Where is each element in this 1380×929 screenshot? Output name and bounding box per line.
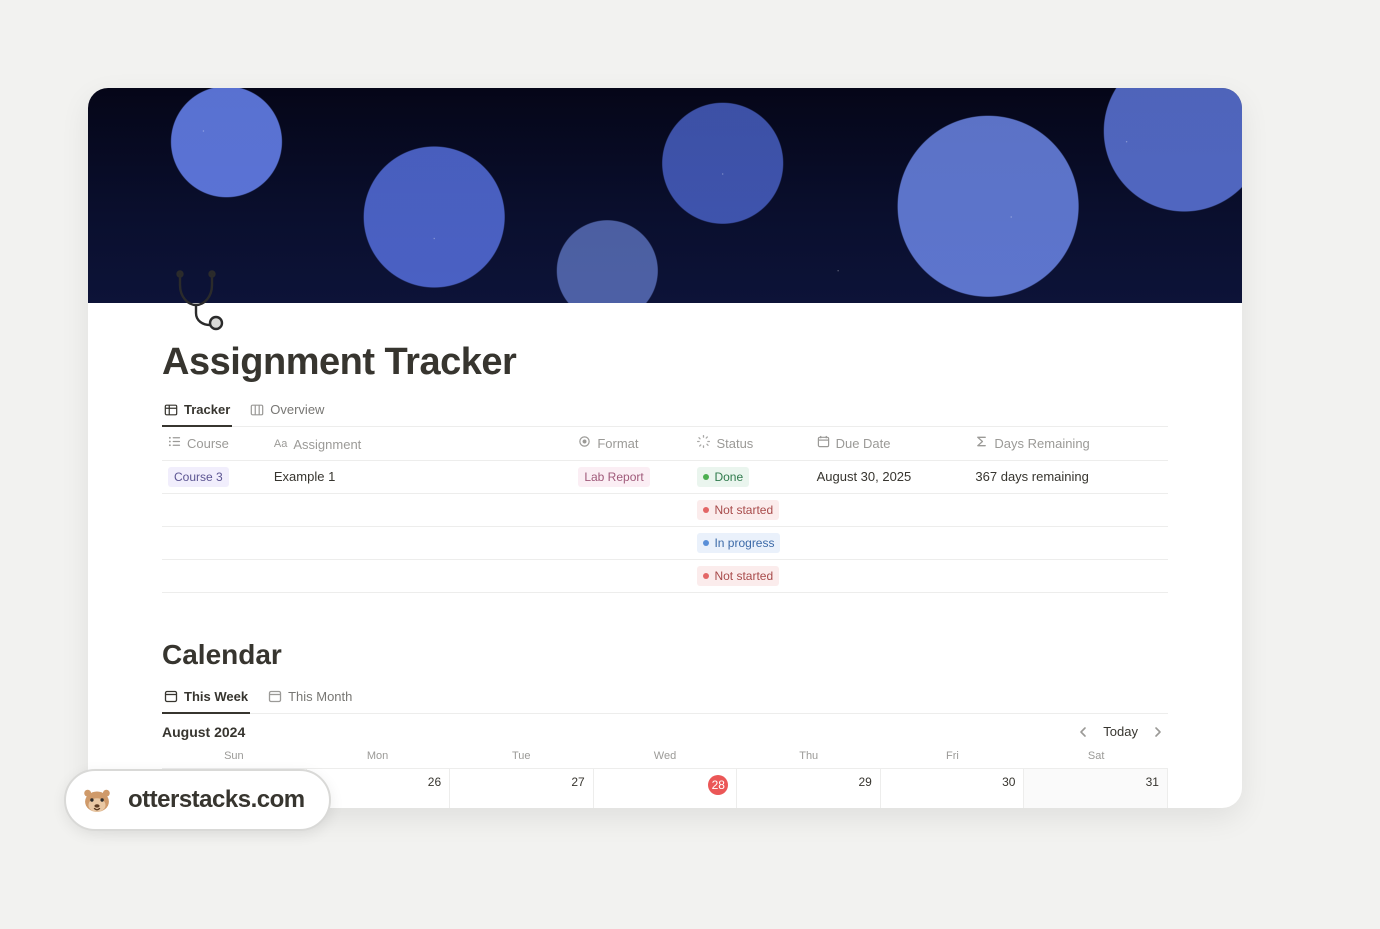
calendar-cell[interactable]: 31 — [1024, 769, 1168, 809]
watermark-text: otterstacks.com — [128, 786, 305, 814]
cell-days[interactable] — [969, 493, 1168, 526]
calendar-cell[interactable]: 30 — [881, 769, 1025, 809]
calendar-date: 30 — [1002, 775, 1015, 789]
cell-course[interactable] — [162, 559, 268, 592]
cell-due[interactable] — [811, 493, 970, 526]
tracker-tabs: Tracker Overview — [162, 396, 1168, 427]
cell-days[interactable] — [969, 559, 1168, 592]
calendar-weekday: Fri — [881, 746, 1025, 768]
tab-this-month[interactable]: This Month — [266, 683, 354, 714]
calendar-date: 31 — [1146, 775, 1159, 789]
calendar-tabs: This Week This Month — [162, 683, 1168, 714]
calendar-weekday: Sat — [1024, 746, 1168, 768]
cell-status[interactable]: In progress — [691, 526, 810, 559]
calendar-next[interactable] — [1148, 724, 1168, 740]
tracker-table: Course Aa Assignment Fo — [162, 427, 1168, 593]
tag-red: Not started — [697, 566, 779, 586]
watermark-pill[interactable]: otterstacks.com — [64, 769, 331, 831]
tag-pink: Lab Report — [578, 467, 649, 487]
calendar-icon — [164, 689, 178, 703]
cell-format[interactable]: Lab Report — [572, 460, 691, 493]
chevron-right-icon — [1152, 726, 1164, 738]
table-row[interactable]: Not started — [162, 559, 1168, 592]
cell-assignment[interactable] — [268, 526, 572, 559]
calendar-weekday: Tue — [449, 746, 593, 768]
page-icon-stethoscope[interactable] — [162, 263, 234, 335]
col-assignment-label[interactable]: Assignment — [293, 437, 361, 452]
calendar-month-label: August 2024 — [162, 724, 245, 740]
text-icon: Aa — [274, 438, 287, 450]
cover-image — [88, 88, 1242, 303]
otter-icon — [80, 783, 114, 817]
col-due-label[interactable]: Due Date — [836, 436, 891, 451]
cell-format[interactable] — [572, 559, 691, 592]
calendar-cell[interactable]: 28 — [594, 769, 738, 809]
tab-this-week-label: This Week — [184, 689, 248, 704]
page-title: Assignment Tracker — [162, 341, 1168, 384]
cell-due[interactable] — [811, 559, 970, 592]
cell-status[interactable]: Not started — [691, 493, 810, 526]
table-row[interactable]: Not started — [162, 493, 1168, 526]
tag-blue: In progress — [697, 533, 780, 553]
calendar-weekday: Sun — [162, 746, 306, 768]
cell-assignment[interactable] — [268, 493, 572, 526]
app-window: Assignment Tracker Tracker Overview — [88, 88, 1242, 808]
tab-overview[interactable]: Overview — [248, 396, 326, 427]
cell-course[interactable] — [162, 526, 268, 559]
sigma-icon — [975, 435, 988, 451]
calendar-icon — [268, 689, 282, 703]
calendar-weekday: Wed — [593, 746, 737, 768]
cell-days[interactable] — [969, 526, 1168, 559]
table-icon — [164, 403, 178, 417]
calendar-prev[interactable] — [1073, 724, 1093, 740]
table-row[interactable]: In progress — [162, 526, 1168, 559]
calendar-weekday-row: SunMonTueWedThuFriSat — [162, 746, 1168, 768]
calendar-icon — [817, 435, 830, 451]
calendar-date: 27 — [571, 775, 584, 789]
calendar-weekday: Mon — [306, 746, 450, 768]
tab-this-week[interactable]: This Week — [162, 683, 250, 714]
tab-overview-label: Overview — [270, 402, 324, 417]
calendar-date: 29 — [858, 775, 871, 789]
list-icon — [168, 435, 181, 451]
stethoscope-icon — [166, 267, 230, 331]
chevron-left-icon — [1077, 726, 1089, 738]
calendar-today-button[interactable]: Today — [1103, 724, 1138, 739]
cell-course[interactable] — [162, 493, 268, 526]
tag-red: Not started — [697, 500, 779, 520]
cell-due[interactable] — [811, 526, 970, 559]
calendar-weekday: Thu — [737, 746, 881, 768]
cell-format[interactable] — [572, 493, 691, 526]
calendar-cell[interactable]: 27 — [450, 769, 594, 809]
col-course-label[interactable]: Course — [187, 436, 229, 451]
status-icon — [697, 435, 710, 451]
tab-tracker[interactable]: Tracker — [162, 396, 232, 427]
col-status-label[interactable]: Status — [716, 436, 753, 451]
cell-status[interactable]: Not started — [691, 559, 810, 592]
cell-due[interactable]: August 30, 2025 — [811, 460, 970, 493]
calendar-cell[interactable]: 29 — [737, 769, 881, 809]
tab-tracker-label: Tracker — [184, 402, 230, 417]
cell-status[interactable]: Done — [691, 460, 810, 493]
tag-green: Done — [697, 467, 749, 487]
board-icon — [250, 403, 264, 417]
cell-days[interactable]: 367 days remaining — [969, 460, 1168, 493]
calendar-date: 28 — [708, 775, 728, 795]
table-row[interactable]: Course 3 Example 1 Lab Report Done August 30… — [162, 460, 1168, 493]
col-days-label[interactable]: Days Remaining — [994, 436, 1089, 451]
cell-assignment[interactable] — [268, 559, 572, 592]
tag-icon — [578, 435, 591, 451]
calendar-title: Calendar — [162, 639, 1168, 671]
cell-format[interactable] — [572, 526, 691, 559]
cell-assignment[interactable]: Example 1 — [268, 460, 572, 493]
calendar-date: 26 — [428, 775, 441, 789]
tag-purple: Course 3 — [168, 467, 229, 487]
cell-course[interactable]: Course 3 — [162, 460, 268, 493]
tab-this-month-label: This Month — [288, 689, 352, 704]
col-format-label[interactable]: Format — [597, 436, 638, 451]
